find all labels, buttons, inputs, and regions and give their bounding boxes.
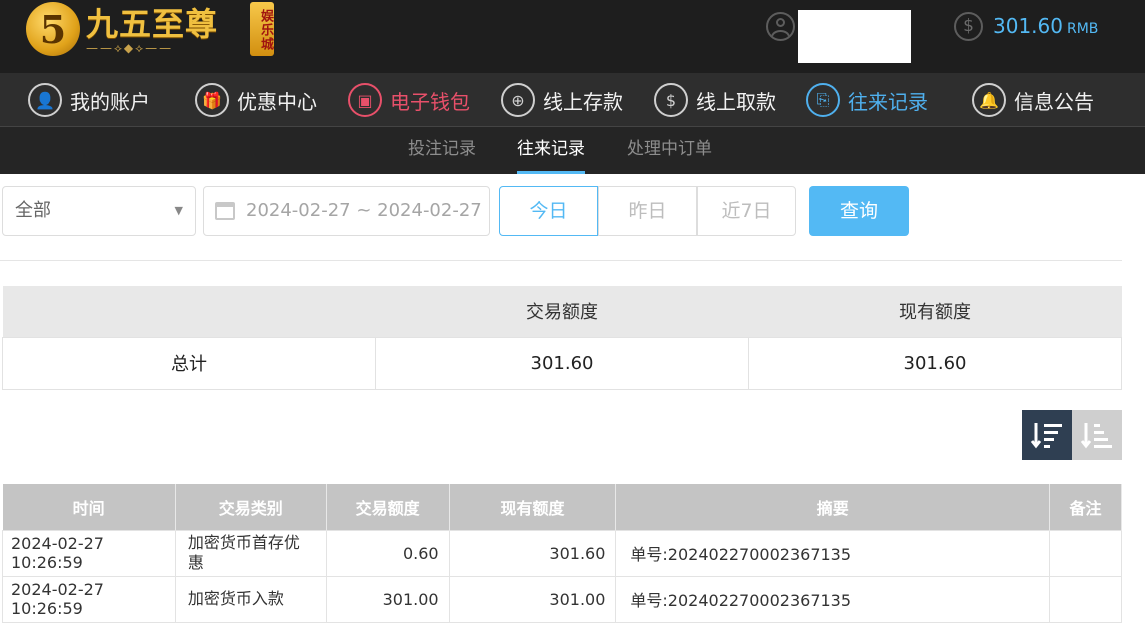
sort-descending-icon bbox=[1030, 423, 1062, 449]
column-header-amount: 交易额度 bbox=[326, 484, 450, 530]
nav-promotions[interactable]: 🎁 优惠中心 bbox=[195, 73, 317, 127]
summary-header-blank bbox=[2, 286, 376, 337]
balance-amount: 301.60 bbox=[993, 14, 1063, 38]
balance-currency: RMB bbox=[1066, 21, 1099, 37]
table-row: 2024-02-27 10:26:59 加密货币入款 301.00 301.00… bbox=[2, 575, 1122, 623]
summary-total-label: 总计 bbox=[2, 336, 376, 390]
nav-online-deposit[interactable]: ⊕ 线上存款 bbox=[501, 73, 623, 127]
tab-bet-records[interactable]: 投注记录 bbox=[408, 127, 476, 174]
summary-current-amount: 301.60 bbox=[748, 336, 1122, 390]
gift-icon: 🎁 bbox=[195, 83, 229, 117]
column-header-type: 交易类别 bbox=[175, 484, 327, 530]
withdraw-icon: $ bbox=[654, 83, 688, 117]
chevron-down-icon: ▼ bbox=[174, 204, 183, 217]
tab-transaction-records[interactable]: 往来记录 bbox=[517, 127, 585, 174]
column-header-summary: 摘要 bbox=[615, 484, 1051, 530]
cell-balance: 301.00 bbox=[448, 575, 617, 623]
sub-nav: 投注记录 往来记录 处理中订单 bbox=[0, 127, 1145, 174]
balance-coin-icon: $ bbox=[954, 12, 983, 41]
query-button[interactable]: 查询 bbox=[809, 186, 909, 236]
sort-ascending-button[interactable] bbox=[1072, 410, 1122, 460]
bell-icon: 🔔 bbox=[972, 83, 1006, 117]
summary-header-row: 交易额度 现有额度 bbox=[2, 286, 1122, 337]
nav-transaction-records[interactable]: ⎘ 往来记录 bbox=[806, 73, 928, 127]
last-7-days-button[interactable]: 近7日 bbox=[697, 186, 796, 236]
deposit-icon: ⊕ bbox=[501, 83, 535, 117]
logo-mark: 5 bbox=[26, 2, 80, 56]
cell-note bbox=[1049, 575, 1122, 623]
cell-amount: 0.60 bbox=[325, 529, 450, 577]
nav-label: 信息公告 bbox=[1014, 89, 1094, 114]
tab-pending-orders[interactable]: 处理中订单 bbox=[627, 127, 712, 174]
records-icon: ⎘ bbox=[806, 83, 840, 117]
logo-title: 九五至尊 bbox=[86, 5, 219, 43]
nav-e-wallet[interactable]: ▣ 电子钱包 bbox=[348, 73, 470, 127]
nav-label: 我的账户 bbox=[70, 89, 150, 114]
cell-balance: 301.60 bbox=[448, 529, 617, 577]
cell-type: 加密货币入款 bbox=[174, 575, 327, 623]
today-button[interactable]: 今日 bbox=[499, 186, 598, 236]
divider bbox=[0, 260, 1122, 261]
nav-label: 往来记录 bbox=[848, 89, 928, 114]
nav-online-withdraw[interactable]: $ 线上取款 bbox=[654, 73, 776, 127]
user-icon: 👤 bbox=[28, 83, 62, 117]
main-nav: 👤 我的账户 🎁 优惠中心 ▣ 电子钱包 ⊕ 线上存款 $ 线上取款 ⎘ 往来记… bbox=[0, 73, 1145, 127]
summary-header-current-amount: 现有额度 bbox=[748, 286, 1122, 337]
nav-label: 线上存款 bbox=[543, 89, 623, 114]
calendar-icon bbox=[215, 202, 235, 220]
table-header-row: 时间 交易类别 交易额度 现有额度 摘要 备注 bbox=[2, 484, 1122, 530]
column-header-note: 备注 bbox=[1049, 484, 1122, 530]
logo-badge: 娱乐城 bbox=[250, 2, 274, 56]
type-select-value: 全部 bbox=[15, 200, 51, 221]
nav-label: 优惠中心 bbox=[237, 89, 317, 114]
cell-time: 2024-02-27 10:26:59 bbox=[2, 529, 176, 577]
user-avatar-icon[interactable] bbox=[766, 12, 795, 41]
nav-label: 电子钱包 bbox=[390, 89, 470, 114]
summary-header-trade-amount: 交易额度 bbox=[375, 286, 749, 337]
transactions-table: 时间 交易类别 交易额度 现有额度 摘要 备注 2024-02-27 10:26… bbox=[2, 484, 1122, 623]
nav-label: 线上取款 bbox=[696, 89, 776, 114]
cell-time: 2024-02-27 10:26:59 bbox=[2, 575, 176, 623]
summary-table: 交易额度 现有额度 总计 301.60 301.60 bbox=[2, 286, 1122, 390]
nav-my-account[interactable]: 👤 我的账户 bbox=[28, 73, 150, 127]
column-header-balance: 现有额度 bbox=[449, 484, 617, 530]
cell-note bbox=[1049, 529, 1122, 577]
site-logo[interactable]: 5 九五至尊 ——⟡◆⟡—— bbox=[26, 0, 218, 58]
balance-display: 301.60 RMB bbox=[993, 14, 1098, 38]
column-header-time: 时间 bbox=[2, 484, 176, 530]
cell-type: 加密货币首存优惠 bbox=[174, 529, 327, 577]
summary-total-row: 总计 301.60 301.60 bbox=[2, 336, 1122, 390]
type-select[interactable]: 全部 ▼ bbox=[2, 186, 196, 236]
logo-text-block: 九五至尊 ——⟡◆⟡—— bbox=[86, 4, 218, 54]
nav-announcements[interactable]: 🔔 信息公告 bbox=[972, 73, 1094, 127]
cell-summary: 单号:202402270002367135 bbox=[615, 529, 1051, 577]
username-display bbox=[798, 10, 911, 63]
table-row: 2024-02-27 10:26:59 加密货币首存优惠 0.60 301.60… bbox=[2, 529, 1122, 577]
date-range-input[interactable]: 2024-02-27 ~ 2024-02-27 bbox=[203, 186, 490, 236]
wallet-icon: ▣ bbox=[348, 83, 382, 117]
cell-amount: 301.00 bbox=[325, 575, 450, 623]
summary-trade-amount: 301.60 bbox=[375, 336, 749, 390]
top-header: 5 九五至尊 ——⟡◆⟡—— 娱乐城 $ 301.60 RMB bbox=[0, 0, 1145, 73]
sort-ascending-icon bbox=[1080, 423, 1112, 449]
logo-ornament: ——⟡◆⟡—— bbox=[86, 41, 174, 55]
cell-summary: 单号:202402270002367135 bbox=[615, 575, 1051, 623]
yesterday-button[interactable]: 昨日 bbox=[598, 186, 697, 236]
date-range-value: 2024-02-27 ~ 2024-02-27 bbox=[246, 200, 482, 221]
sort-descending-button[interactable] bbox=[1022, 410, 1072, 460]
